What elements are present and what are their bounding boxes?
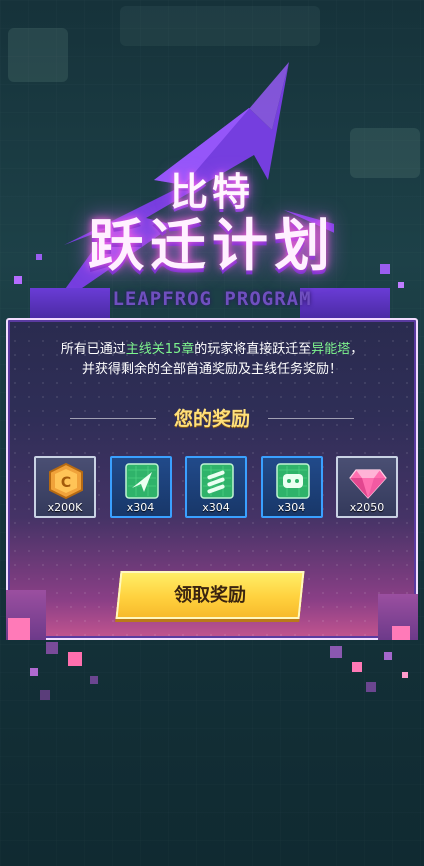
green-card-missiles-icon [200, 463, 234, 499]
reward-item-diamond[interactable]: x2050 [336, 456, 398, 518]
title-subtitle: LEAPFROG PROGRAM [112, 288, 312, 310]
pixel-deco [352, 662, 362, 672]
reward-header: 您的奖励 [0, 404, 424, 430]
background-tile [120, 6, 320, 46]
pixel-deco [30, 668, 38, 676]
reward-title: 您的奖励 [173, 408, 250, 430]
svg-text:C: C [61, 475, 71, 491]
pixel-deco [392, 626, 410, 640]
reward-qty: x200K [47, 501, 83, 514]
reward-item-card-drone[interactable]: x304 [260, 456, 323, 518]
reward-qty: x2050 [349, 501, 385, 514]
description-line1: 所有已通过主线关15章的玩家将直接跃迁至异能塔， [20, 340, 404, 360]
desc-highlight-tower: 异能塔 [311, 342, 351, 357]
pixel-deco [8, 618, 30, 640]
pixel-deco [366, 682, 376, 692]
pixel-deco [384, 652, 392, 660]
reward-qty: x304 [202, 501, 230, 514]
reward-item-gold[interactable]: C x200K [34, 456, 96, 518]
claim-reward-button[interactable]: 领取奖励 [115, 571, 305, 619]
desc-text: ， [350, 342, 364, 357]
desc-text: 所有已通过 [60, 342, 126, 357]
reward-qty: x304 [277, 501, 306, 514]
reward-qty: x304 [126, 501, 155, 514]
description-line2: 并获得剩余的全部首通奖励及主线任务奖励！ [81, 362, 342, 377]
green-card-drone-icon [275, 463, 310, 499]
pixel-deco [40, 690, 50, 700]
pixel-deco [330, 646, 342, 658]
pink-diamond-icon [349, 469, 387, 499]
title-line2: 跃迁计划 [88, 214, 336, 279]
description: 所有已通过主线关15章的玩家将直接跃迁至异能塔， 并获得剩余的全部首通奖励及主线… [20, 340, 404, 380]
pixel-deco [46, 642, 58, 654]
desc-highlight-chapter: 主线关15章 [125, 342, 195, 357]
desc-text: 的玩家将直接跃迁至 [194, 342, 312, 357]
reward-items: C x200K x304 x304 x304 x2050 [34, 456, 398, 522]
reward-item-card-missiles[interactable]: x304 [185, 456, 247, 518]
pixel-deco [68, 652, 82, 666]
divider-right [268, 418, 354, 419]
pixel-deco [90, 676, 98, 684]
gold-coin-icon: C [49, 462, 83, 500]
reward-item-card-plane[interactable]: x304 [109, 456, 172, 518]
title-line1: 比特 [169, 170, 254, 214]
pixel-deco [402, 672, 408, 678]
claim-reward-label: 领取奖励 [174, 585, 246, 605]
green-card-plane-icon [124, 463, 159, 499]
title-block: 比特 跃迁计划 [0, 170, 424, 278]
